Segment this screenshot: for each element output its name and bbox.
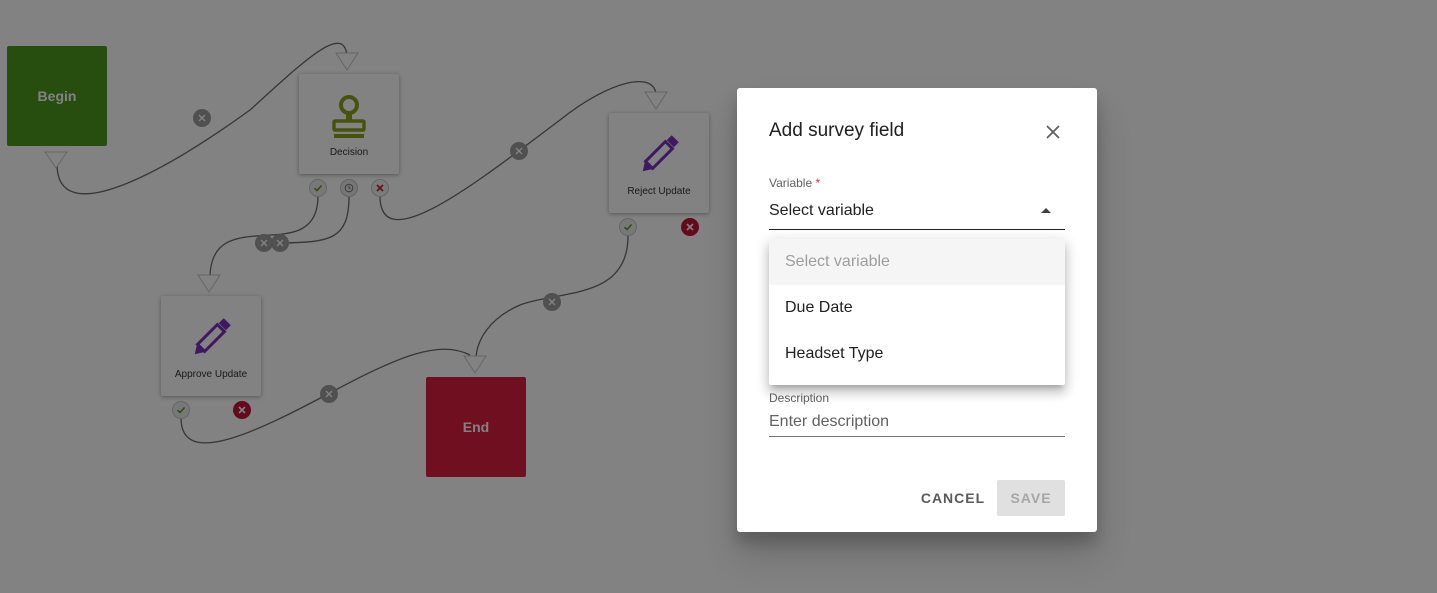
cancel-button[interactable]: CANCEL: [915, 480, 991, 516]
close-icon: [1046, 125, 1060, 139]
modal-backdrop[interactable]: [0, 0, 1437, 593]
variable-label: Variable *: [769, 176, 820, 190]
save-button[interactable]: SAVE: [997, 480, 1065, 516]
menu-item-placeholder[interactable]: Select variable: [769, 239, 1065, 285]
variable-dropdown-menu: Select variable Due Date Headset Type: [769, 239, 1065, 385]
variable-select-value: Select variable: [769, 202, 874, 219]
description-label: Description: [769, 391, 830, 405]
variable-select[interactable]: Select variable: [769, 198, 1065, 230]
description-input[interactable]: [769, 408, 1065, 437]
caret-up-icon: [1041, 208, 1051, 213]
menu-item-headset-type[interactable]: Headset Type: [769, 331, 1065, 377]
menu-item-due-date[interactable]: Due Date: [769, 285, 1065, 331]
variable-label-text: Variable: [769, 176, 813, 190]
required-marker: *: [815, 176, 821, 190]
dialog-title: Add survey field: [769, 120, 905, 141]
close-button[interactable]: [1039, 118, 1067, 146]
